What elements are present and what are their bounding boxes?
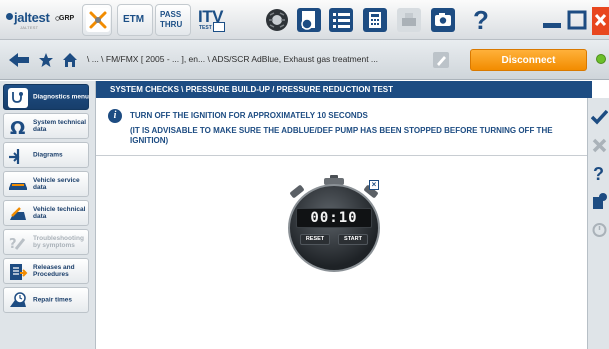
connection-status-icon [596, 54, 606, 64]
sidebar-item-troubleshooting-by-symptoms[interactable]: ? Troubleshooting by symptoms [3, 229, 89, 255]
connector-icon [86, 8, 110, 32]
accept-check-icon[interactable] [591, 108, 608, 126]
pass-label: PASS [160, 10, 182, 19]
edit-note-icon[interactable] [432, 51, 450, 69]
navigation-bar: \ ... \ FM/FMX [ 2005 - ... ], en... \ A… [0, 40, 609, 80]
divider [96, 155, 587, 156]
tire-icon[interactable] [262, 5, 292, 35]
section-header: SYSTEM CHECKS \ PRESSURE BUILD-UP / PRES… [96, 81, 592, 98]
etm-label: ETM [123, 14, 145, 25]
help-button[interactable]: ? [466, 4, 496, 36]
logo-mark-icon [6, 13, 13, 20]
sidebar-item-label: Diagrams [33, 151, 63, 159]
sidebar-item-label: Troubleshooting by symptoms [33, 235, 84, 249]
sidebar-item-label: System technical data [33, 119, 87, 133]
itv-test-button[interactable]: ITV TEST [195, 4, 229, 36]
stopwatch-close-button[interactable]: × [369, 180, 379, 190]
sidebar-item-label: Vehicle service data [33, 177, 80, 191]
stopwatch-body [288, 184, 380, 272]
sidebar-item-diagnostics-menu[interactable]: Diagnostics menu [3, 84, 89, 110]
jaltest-logo: jaltest JALTEST [6, 8, 52, 32]
top-toolbar: jaltest JALTEST GRP ETM PASS THRU ITV TE… [0, 0, 609, 40]
ohm-icon: Ω [10, 118, 25, 137]
disconnect-button[interactable]: Disconnect [470, 49, 587, 71]
right-action-bar: ? [587, 98, 609, 349]
sidebar-item-diagrams[interactable]: Diagrams [3, 142, 89, 168]
sidebar-item-system-technical-data[interactable]: Ω System technical data [3, 113, 89, 139]
thru-label: THRU [160, 20, 183, 29]
favorites-star-icon[interactable] [38, 52, 54, 68]
document-check-icon[interactable] [294, 5, 324, 35]
stopwatch: 00:10 RESET START [284, 175, 384, 274]
etm-button[interactable]: ETM [117, 4, 153, 36]
logo-text: jaltest [14, 10, 50, 25]
camera-icon[interactable] [428, 5, 458, 35]
sidebar-item-label: Releases and Procedures [33, 264, 75, 278]
technical-car-icon [10, 207, 26, 220]
grp-button[interactable]: GRP [54, 4, 80, 36]
maximize-icon[interactable] [562, 5, 592, 35]
cancel-x-icon[interactable] [591, 136, 608, 154]
logo-subtext: JALTEST [20, 25, 39, 30]
sidebar: Diagnostics menu Ω System technical data… [0, 81, 96, 349]
help-question-icon[interactable]: ? [591, 164, 608, 182]
pass-thru-button[interactable]: PASS THRU [155, 4, 191, 36]
report-icon[interactable] [591, 192, 608, 210]
advice-text: (IT IS ADVISABLE TO MAKE SURE THE ADBLUE… [130, 126, 553, 145]
back-arrow-icon[interactable] [8, 52, 30, 68]
page-title: SYSTEM CHECKS \ PRESSURE BUILD-UP / PRES… [110, 85, 393, 94]
main-content: i TURN OFF THE IGNITION FOR APPROXIMATEL… [96, 98, 587, 349]
checkmark-box-icon [213, 22, 225, 32]
connector-button[interactable] [82, 4, 112, 36]
sidebar-item-vehicle-service-data[interactable]: Vehicle service data [3, 171, 89, 197]
sidebar-item-label: Repair times [33, 296, 73, 304]
sidebar-item-releases-and-procedures[interactable]: Releases and Procedures [3, 258, 89, 284]
service-car-icon [9, 183, 27, 190]
home-icon[interactable] [62, 52, 78, 68]
stopwatch-reset-button[interactable]: RESET [300, 234, 330, 245]
repair-times-icon [10, 292, 26, 307]
stethoscope-icon [8, 88, 28, 108]
stopwatch-start-button[interactable]: START [338, 234, 368, 245]
help-label: ? [473, 5, 489, 35]
svg-text:?: ? [9, 237, 17, 252]
sidebar-item-repair-times[interactable]: Repair times [3, 287, 89, 313]
svg-text:?: ? [593, 164, 604, 182]
printer-icon[interactable] [394, 5, 424, 35]
sidebar-item-vehicle-technical-data[interactable]: Vehicle technical data [3, 200, 89, 226]
stopwatch-display: 00:10 [296, 208, 372, 228]
sidebar-item-label: Vehicle technical data [33, 206, 86, 220]
diagram-icon [9, 149, 20, 164]
itv-sub-label: TEST [199, 25, 212, 31]
troubleshooting-icon: ? [9, 237, 26, 252]
info-icon: i [108, 109, 122, 123]
instruction-text: TURN OFF THE IGNITION FOR APPROXIMATELY … [130, 111, 368, 120]
disconnect-label: Disconnect [501, 54, 556, 66]
list-icon[interactable] [326, 5, 356, 35]
breadcrumb: \ ... \ FM/FMX [ 2005 - ... ], en... \ A… [87, 54, 379, 64]
timer-icon[interactable] [591, 220, 608, 238]
calculator-icon[interactable] [360, 5, 390, 35]
sidebar-item-label: Diagnostics menu [33, 93, 89, 101]
releases-icon [10, 264, 28, 280]
grp-label: GRP [59, 15, 75, 22]
svg-text:Ω: Ω [10, 118, 25, 137]
close-icon[interactable] [592, 5, 609, 35]
